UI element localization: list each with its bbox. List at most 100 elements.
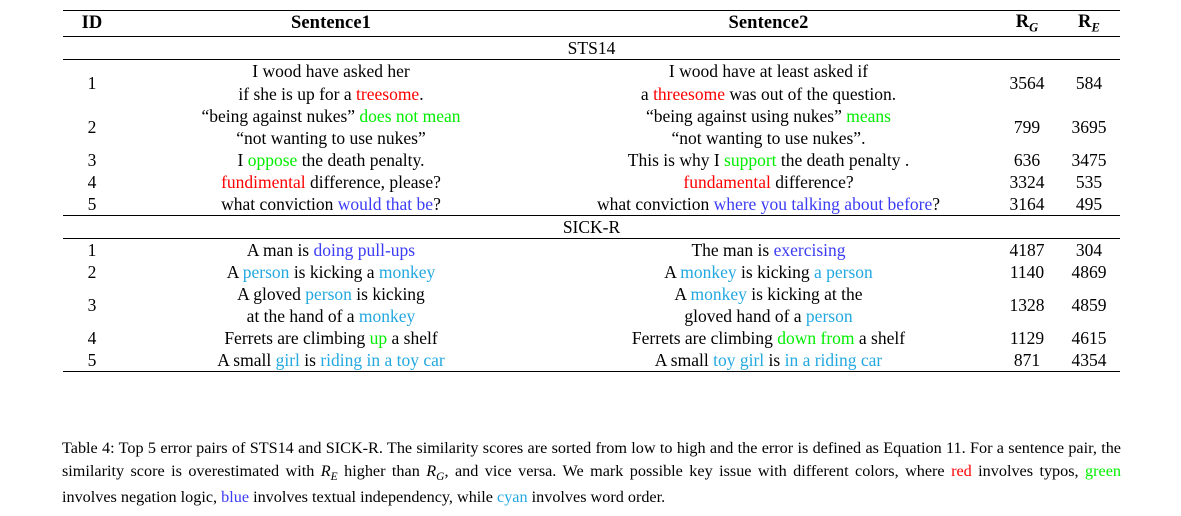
column-header-sentence1: Sentence1 bbox=[290, 13, 372, 34]
table-row: 1 I wood have asked her if she is up for a… bbox=[63, 60, 1120, 104]
re-value: 4615 bbox=[1071, 328, 1107, 349]
text-run: Ferrets are climbing bbox=[224, 328, 370, 349]
rg-value: 1129 bbox=[1009, 328, 1045, 349]
sentence2-cell: A monkey is kicking at the gloved hand of… bbox=[541, 283, 996, 327]
sentence2-line: I wood have at least asked if bbox=[541, 60, 996, 82]
rg-value: 3324 bbox=[1009, 171, 1045, 192]
sentence1-line: at the hand of a monkey bbox=[121, 305, 541, 327]
sentence1-cell: “being against nukes” does not mean “not … bbox=[121, 105, 541, 149]
row-id: 4 bbox=[87, 171, 97, 192]
row-id: 3 bbox=[87, 149, 97, 170]
sentence2-line: fundamental difference? bbox=[541, 171, 996, 193]
text-run: what conviction bbox=[221, 193, 338, 214]
highlight-cyan: monkey bbox=[680, 261, 737, 282]
caption-text: involves textual independency, while bbox=[249, 488, 498, 507]
sentence1-line: A gloved person is kicking bbox=[121, 283, 541, 305]
text-run: I bbox=[237, 149, 248, 170]
caption-highlight-green: green bbox=[1085, 462, 1121, 481]
text-run: is kicking at the bbox=[746, 283, 863, 304]
sentence1-cell: fundimental difference, please? bbox=[121, 171, 541, 193]
table-row: 2 A person is kicking a monkey A monkey is… bbox=[63, 261, 1120, 283]
column-header-rg: RG bbox=[1015, 12, 1039, 35]
sentence1-line: I wood have asked her bbox=[121, 60, 541, 82]
sentence1-line: if she is up for a treesome. bbox=[121, 83, 541, 105]
caption-highlight-blue: blue bbox=[221, 488, 250, 507]
re-value: 535 bbox=[1075, 171, 1103, 192]
sentence1-line: “not wanting to use nukes” bbox=[121, 127, 541, 149]
section-title-row: STS14 bbox=[63, 37, 1120, 60]
table-body: STS14 1 I wood have asked her if she is up … bbox=[63, 36, 1120, 373]
highlight-blue: doing pull-ups bbox=[313, 239, 416, 260]
re-value: 304 bbox=[1075, 239, 1103, 260]
row-id: 4 bbox=[87, 328, 97, 349]
highlight-cyan: person bbox=[805, 306, 853, 326]
math-symbol: RE bbox=[320, 462, 338, 484]
table-row: 4 Ferrets are climbing up a shelf Ferrets … bbox=[63, 327, 1120, 349]
rg-value: 3564 bbox=[1009, 72, 1045, 93]
sentence1-line: A small girl is riding in a toy car bbox=[121, 349, 541, 371]
text-run: A man is bbox=[246, 239, 314, 260]
highlight-cyan: in a riding car bbox=[784, 350, 883, 371]
sentence1-line: A man is doing pull-ups bbox=[121, 239, 541, 261]
caption-text: , and vice versa. We mark possible key i… bbox=[444, 462, 952, 481]
rg-value: 799 bbox=[1013, 116, 1041, 137]
sentence2-line: A monkey is kicking a person bbox=[541, 261, 996, 283]
re-value: 584 bbox=[1075, 72, 1103, 93]
sentence2-cell: Ferrets are climbing down from a shelf bbox=[541, 327, 996, 349]
sentence2-cell: The man is exercising bbox=[541, 239, 996, 261]
text-run: Ferrets are climbing bbox=[631, 328, 778, 349]
text-run: ? bbox=[433, 193, 441, 214]
header-row: ID Sentence1 Sentence2 RG RE bbox=[63, 11, 1120, 37]
sentence1-cell: Ferrets are climbing up a shelf bbox=[121, 327, 541, 349]
text-run: A bbox=[664, 261, 681, 282]
table-row: 4 fundimental difference, please? fundamen… bbox=[63, 171, 1120, 193]
text-run: The man is bbox=[691, 239, 774, 260]
highlight-red: fundamental bbox=[683, 171, 771, 192]
text-run: “not wanting to use nukes” bbox=[236, 127, 426, 148]
sentence1-cell: A gloved person is kicking at the hand of… bbox=[121, 283, 541, 327]
math-symbol: RG bbox=[426, 462, 445, 484]
sentence1-cell: I oppose the death penalty. bbox=[121, 149, 541, 171]
sentence1-line: Ferrets are climbing up a shelf bbox=[121, 327, 541, 349]
re-value: 3695 bbox=[1071, 116, 1107, 137]
sentence2-line: “not wanting to use nukes”. bbox=[541, 127, 996, 149]
caption-text: involves negation logic, bbox=[62, 488, 222, 507]
sentence2-line: a threesome was out of the question. bbox=[541, 83, 996, 105]
row-id: 3 bbox=[87, 294, 97, 315]
row-id: 5 bbox=[87, 193, 97, 214]
text-run: A gloved bbox=[237, 283, 306, 304]
rg-value: 1328 bbox=[1009, 294, 1045, 315]
math-subscript: E bbox=[330, 471, 338, 484]
text-run: ? bbox=[932, 193, 941, 214]
sentence1-cell: A man is doing pull-ups bbox=[121, 239, 541, 261]
table-row: 5A small girl is riding in a toy car A sm… bbox=[63, 349, 1120, 372]
column-header-re: RE bbox=[1078, 12, 1100, 35]
column-header-sentence2: Sentence2 bbox=[728, 13, 809, 34]
text-run: A small bbox=[217, 350, 276, 371]
sentence2-cell: This is why I support the death penalty … bbox=[541, 149, 996, 171]
rg-value: 636 bbox=[1013, 149, 1041, 170]
table-row: 5 what conviction would that be? what conv… bbox=[63, 193, 1120, 216]
sentence2-cell: A monkey is kicking a person bbox=[541, 261, 996, 283]
section-title-sick-r: SICK-R bbox=[562, 216, 621, 237]
highlight-cyan: a person bbox=[813, 261, 873, 282]
highlight-blue: exercising bbox=[773, 239, 846, 260]
highlight-green: does not mean bbox=[359, 105, 461, 126]
highlight-blue: would that be bbox=[337, 193, 434, 214]
text-run: difference? bbox=[770, 171, 854, 192]
row-id: 2 bbox=[87, 261, 97, 282]
sentence1-cell: A person is kicking a monkey bbox=[121, 261, 541, 283]
error-pairs-table: ID Sentence1 Sentence2 RG RE STS14 1 I woo… bbox=[63, 10, 1120, 373]
text-run: a shelf bbox=[854, 328, 906, 349]
rg-value: 4187 bbox=[1009, 239, 1045, 260]
text-run: A small bbox=[654, 350, 714, 371]
highlight-cyan: person bbox=[305, 283, 352, 304]
text-run: if she is up for a bbox=[238, 83, 357, 104]
table-caption: Table 4: Top 5 error pairs of STS14 and … bbox=[62, 437, 1121, 509]
table-bottom-rule bbox=[63, 371, 1120, 373]
highlight-blue: where you talking about before bbox=[713, 193, 933, 214]
sentence2-cell: what conviction where you talking about … bbox=[541, 193, 996, 216]
sentence2-line: A monkey is kicking at the bbox=[541, 283, 996, 305]
highlight-red: treesome bbox=[356, 83, 420, 104]
highlight-cyan: girl bbox=[275, 350, 300, 371]
